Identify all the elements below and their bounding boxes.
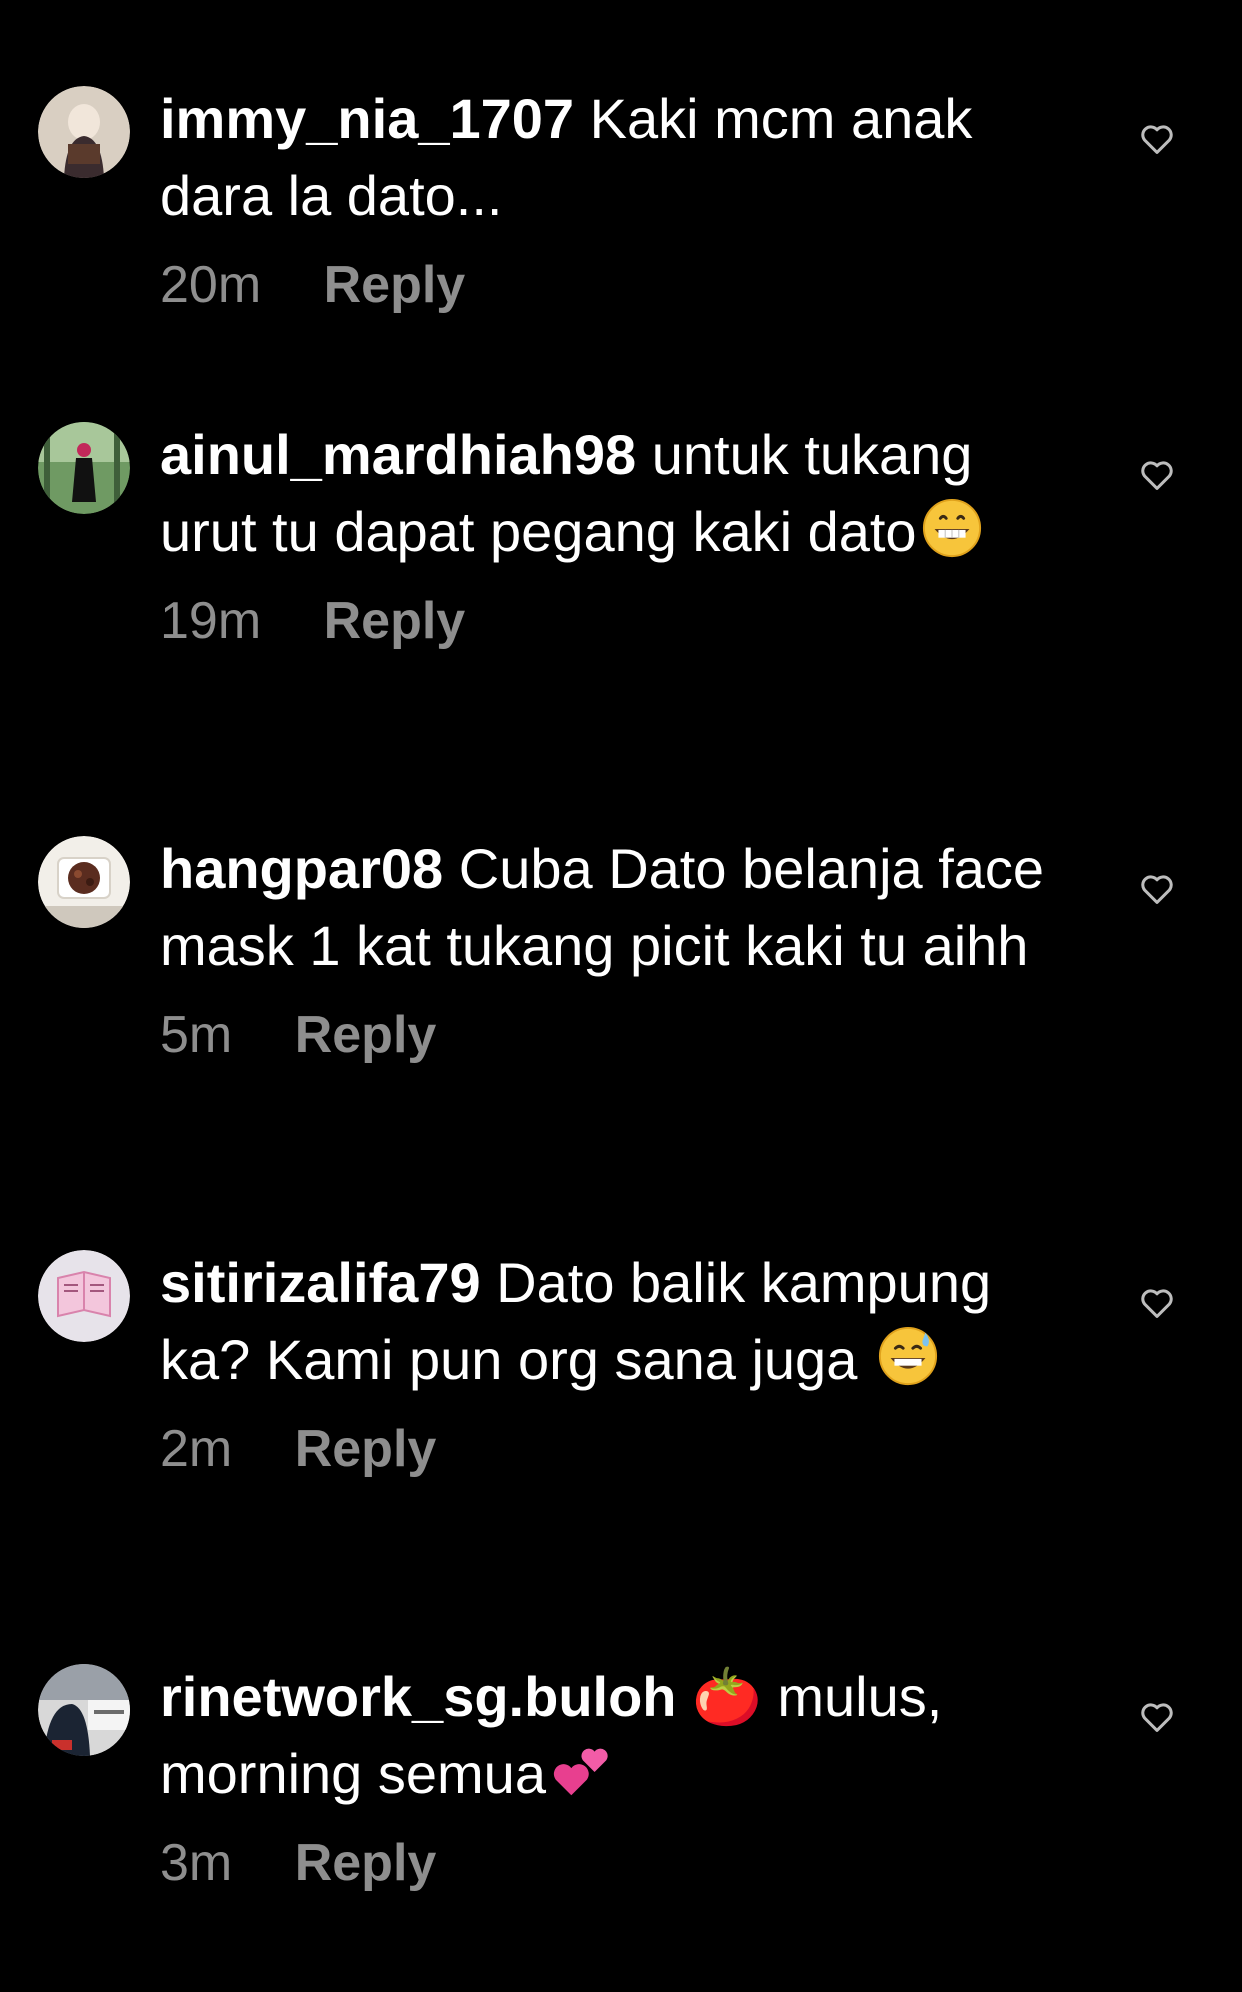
like-heart-icon[interactable]	[1138, 120, 1176, 158]
comment-text: immy_nia_1707 Kaki mcm anak dara la dato…	[160, 80, 1080, 234]
avatar[interactable]	[38, 836, 130, 928]
grinning-face-emoji	[921, 497, 983, 559]
grinning-sweat-emoji	[877, 1325, 939, 1387]
like-heart-icon[interactable]	[1138, 1698, 1176, 1736]
comment-timestamp: 2m	[160, 1420, 233, 1478]
comment-meta: 3m Reply	[160, 1828, 1080, 1898]
avatar[interactable]	[38, 1664, 130, 1756]
comment-timestamp: 5m	[160, 1006, 233, 1064]
reply-button[interactable]: Reply	[295, 1000, 437, 1070]
comment-timestamp: 3m	[160, 1834, 233, 1892]
avatar-image	[38, 422, 130, 514]
comment-body: immy_nia_1707 Kaki mcm anak dara la dato…	[160, 86, 1080, 320]
comment-text: hangpar08 Cuba Dato belanja face mask 1 …	[160, 830, 1080, 984]
like-heart-icon[interactable]	[1138, 456, 1176, 494]
comment-body: sitirizalifa79 Dato balik kampung ka? Ka…	[160, 1250, 1080, 1484]
comment-meta: 20m Reply	[160, 250, 1080, 320]
avatar[interactable]	[38, 86, 130, 178]
comment-text: sitirizalifa79 Dato balik kampung ka? Ka…	[160, 1244, 1080, 1398]
avatar-image	[38, 1250, 130, 1342]
like-heart-icon[interactable]	[1138, 1284, 1176, 1322]
comment-list: immy_nia_1707 Kaki mcm anak dara la dato…	[0, 0, 1242, 1992]
comment-body: ainul_mardhiah98 untuk tukang urut tu da…	[160, 422, 1080, 656]
comment-timestamp: 19m	[160, 592, 262, 650]
comment-text: ainul_mardhiah98 untuk tukang urut tu da…	[160, 416, 1080, 570]
two-hearts-emoji	[550, 1739, 612, 1801]
avatar[interactable]	[38, 1250, 130, 1342]
comment-meta: 19m Reply	[160, 586, 1080, 656]
reply-button[interactable]: Reply	[324, 586, 466, 656]
comment-username[interactable]: sitirizalifa79	[160, 1251, 481, 1314]
comment-text: rinetwork_sg.buloh 🍅 mulus, morning semu…	[160, 1658, 1080, 1812]
avatar-image	[38, 836, 130, 928]
avatar[interactable]	[38, 422, 130, 514]
comment-meta: 5m Reply	[160, 1000, 1080, 1070]
comment-username[interactable]: immy_nia_1707	[160, 87, 574, 150]
comment-body: rinetwork_sg.buloh 🍅 mulus, morning semu…	[160, 1664, 1080, 1898]
reply-button[interactable]: Reply	[324, 250, 466, 320]
comment-body: hangpar08 Cuba Dato belanja face mask 1 …	[160, 836, 1080, 1070]
comment-username[interactable]: rinetwork_sg.buloh	[160, 1665, 677, 1728]
comment-username[interactable]: ainul_mardhiah98	[160, 423, 636, 486]
avatar-image	[38, 1664, 130, 1756]
comment-meta: 2m Reply	[160, 1414, 1080, 1484]
comment-timestamp: 20m	[160, 256, 262, 314]
reply-button[interactable]: Reply	[295, 1828, 437, 1898]
avatar-image	[38, 86, 130, 178]
like-heart-icon[interactable]	[1138, 870, 1176, 908]
comment-username[interactable]: hangpar08	[160, 837, 443, 900]
reply-button[interactable]: Reply	[295, 1414, 437, 1484]
